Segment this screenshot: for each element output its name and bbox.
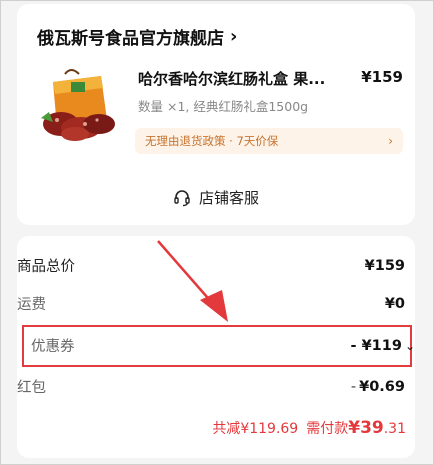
- shop-name: 俄瓦斯号食品官方旗舰店: [37, 29, 224, 49]
- headset-icon: [174, 189, 190, 206]
- customer-service-button[interactable]: 店铺客服: [17, 187, 415, 208]
- product-title[interactable]: 哈尔香哈尔滨红肠礼盒 果...: [138, 68, 348, 89]
- fee-label: 商品总价: [17, 259, 75, 275]
- coupon-value: - ¥119: [350, 337, 402, 354]
- discount-value: ¥119.69: [240, 421, 299, 437]
- product-price: ¥159: [361, 68, 403, 86]
- product-image-icon: [35, 62, 121, 148]
- customer-service-label: 店铺客服: [198, 189, 259, 207]
- discount-label: 共减: [212, 421, 241, 437]
- chevron-down-icon: ⌄: [404, 338, 415, 353]
- fee-row-shipping: 运费 ¥0: [17, 293, 417, 314]
- fee-value-prefix: -: [350, 378, 357, 395]
- pay-label: 需付款: [306, 421, 349, 437]
- fee-label: 红包: [17, 380, 46, 396]
- fee-value-amount: ¥0.69: [359, 378, 405, 395]
- pay-decimal: .31: [383, 421, 406, 437]
- chevron-right-icon: ›: [230, 26, 238, 47]
- chevron-right-icon: ›: [388, 134, 393, 148]
- fee-value: - ¥119 ⌄: [351, 338, 416, 354]
- product-spec: 数量 ×1, 经典红肠礼盒1500g: [138, 99, 309, 114]
- pay-integer: 39: [360, 418, 384, 438]
- fee-value: ¥0: [384, 295, 405, 312]
- fee-label: 运费: [17, 297, 46, 313]
- fee-label: 优惠券: [31, 339, 75, 355]
- fee-row-redpacket: 红包 - ¥0.69: [17, 376, 417, 397]
- policy-bar[interactable]: 无理由退货政策 · 7天价保 ›: [135, 128, 403, 154]
- fee-value: - ¥0.69: [351, 379, 405, 395]
- shop-header[interactable]: 俄瓦斯号食品官方旗舰店 ›: [37, 24, 237, 49]
- pay-currency: ¥: [348, 418, 361, 438]
- fee-row-coupon[interactable]: 优惠券 - ¥119 ⌄: [17, 335, 417, 356]
- shop-card: 俄瓦斯号食品官方旗舰店 › 哈尔香哈尔滨红肠礼盒 果... ¥159 数量 ×1…: [17, 4, 415, 225]
- policy-text: 无理由退货政策 · 7天价保: [145, 134, 279, 148]
- fee-value: ¥159: [364, 257, 405, 274]
- product-thumbnail[interactable]: [35, 62, 121, 148]
- fee-row-subtotal: 商品总价 ¥159: [17, 255, 417, 276]
- total-summary: 共减 ¥119.69 需付款 ¥39.31: [212, 418, 406, 438]
